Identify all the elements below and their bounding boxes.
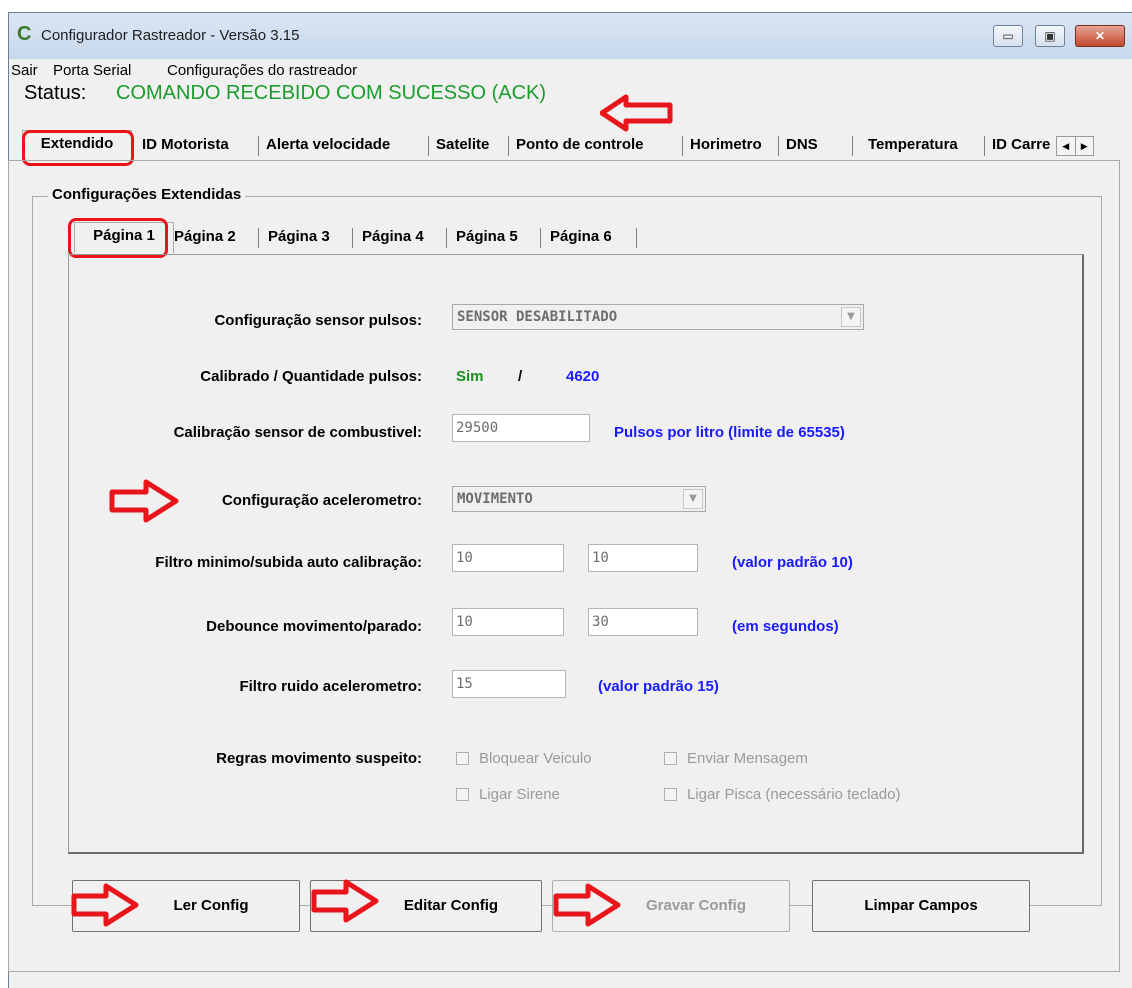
label-calibrado: Calibrado / Quantidade pulsos: [200, 368, 422, 385]
tab-separator [508, 136, 509, 156]
calibrado-status: Sim [456, 368, 484, 385]
annotation-arrow-right-icon [311, 879, 379, 923]
checkbox-enviar-mensagem[interactable]: Enviar Mensagem [664, 750, 808, 767]
tab-separator [258, 136, 259, 156]
label-filtro-ruido: Filtro ruido acelerometro: [239, 678, 422, 695]
status-label: Status: [24, 82, 87, 104]
tab-separator [984, 136, 985, 156]
chevron-down-icon[interactable]: ▼ [841, 307, 861, 327]
annotation-highlight-pagina-1 [68, 218, 168, 258]
label-sensor-pulsos: Configuração sensor pulsos: [214, 312, 422, 329]
checkbox-ligar-sirene[interactable]: Ligar Sirene [456, 786, 560, 803]
menu-item-porta-serial[interactable]: Porta Serial [53, 62, 131, 79]
select-acelerometro[interactable]: MOVIMENTO ▼ [452, 486, 706, 512]
label-calibracao: Calibração sensor de combustivel: [173, 424, 422, 441]
minimize-button[interactable]: ▭ [993, 25, 1023, 47]
input-filtro-ruido[interactable]: 15 [452, 670, 566, 698]
checkbox-bloquear-veiculo[interactable]: Bloquear Veiculo [456, 750, 592, 767]
label-acelerometro: Configuração acelerometro: [221, 492, 422, 509]
input-debounce-movimento[interactable]: 10 [452, 608, 564, 636]
tab-id-carregamento[interactable]: ID Carre [992, 132, 1054, 158]
checkbox-box [456, 788, 469, 801]
calibrado-separator: / [518, 368, 523, 385]
checkbox-box [456, 752, 469, 765]
tab-separator [258, 228, 259, 248]
tab-separator [778, 136, 779, 156]
input-filtro-minimo[interactable]: 10 [452, 544, 564, 572]
tab-scroll-control: ◀ ▶ [1056, 136, 1094, 156]
checkbox-ligar-pisca[interactable]: Ligar Pisca (necessário teclado) [664, 786, 900, 803]
annotation-arrow-right-icon [553, 883, 621, 927]
tab-dns[interactable]: DNS [786, 132, 818, 158]
tab-horimetro[interactable]: Horimetro [690, 132, 762, 158]
limpar-campos-button[interactable]: Limpar Campos [812, 880, 1030, 932]
window-title: Configurador Rastreador - Versão 3.15 [41, 27, 300, 44]
tab-alerta-velocidade[interactable]: Alerta velocidade [266, 132, 390, 158]
tab-separator [682, 136, 683, 156]
checkbox-box [664, 752, 677, 765]
tab-pagina-6[interactable]: Página 6 [550, 224, 612, 250]
input-filtro-subida[interactable]: 10 [588, 544, 698, 572]
tab-ponto-de-controle[interactable]: Ponto de controle [516, 132, 644, 158]
annotation-arrow-right-icon [71, 883, 139, 927]
select-value: MOVIMENTO [457, 491, 533, 507]
scroll-right-icon[interactable]: ▶ [1076, 137, 1094, 155]
tab-pagina-4[interactable]: Página 4 [362, 224, 424, 250]
note-filtro-minimo: (valor padrão 10) [732, 554, 853, 571]
group-title: Configurações Extendidas [48, 186, 246, 203]
tab-satelite[interactable]: Satelite [436, 132, 489, 158]
maximize-button[interactable]: ▣ [1035, 25, 1065, 47]
scroll-left-icon[interactable]: ◀ [1057, 137, 1076, 155]
menu-item-sair[interactable]: Sair [11, 62, 38, 79]
annotation-arrow-right-icon [109, 479, 179, 523]
title-bar: C Configurador Rastreador - Versão 3.15 … [9, 13, 1132, 59]
calibrado-count: 4620 [566, 368, 600, 385]
checkbox-box [664, 788, 677, 801]
app-logo-icon: C [17, 23, 32, 45]
label-filtro-minimo: Filtro minimo/subida auto calibração: [155, 554, 422, 571]
menu-item-configuracoes[interactable]: Configurações do rastreador [167, 62, 357, 79]
tab-separator [852, 136, 853, 156]
tab-pagina-2[interactable]: Página 2 [174, 224, 236, 250]
label-regras: Regras movimento suspeito: [216, 750, 422, 767]
input-calibracao[interactable]: 29500 [452, 414, 590, 442]
note-debounce: (em segundos) [732, 618, 839, 635]
tab-separator [446, 228, 447, 248]
select-value: SENSOR DESABILITADO [457, 309, 618, 325]
status-value: COMANDO RECEBIDO COM SUCESSO (ACK) [116, 82, 547, 104]
label-debounce: Debounce movimento/parado: [206, 618, 422, 635]
tab-separator [540, 228, 541, 248]
tab-temperatura[interactable]: Temperatura [868, 132, 958, 158]
note-calibracao: Pulsos por litro (limite de 65535) [614, 424, 845, 441]
select-sensor-pulsos[interactable]: SENSOR DESABILITADO ▼ [452, 304, 864, 330]
close-button[interactable]: ✕ [1075, 25, 1125, 47]
chevron-down-icon[interactable]: ▼ [683, 489, 703, 509]
tab-id-motorista[interactable]: ID Motorista [142, 132, 229, 158]
tab-separator [636, 228, 637, 248]
tab-separator [352, 228, 353, 248]
tab-pagina-3[interactable]: Página 3 [268, 224, 330, 250]
annotation-arrow-left-icon [600, 94, 673, 132]
menu-bar: Sair Porta Serial Configurações do rastr… [9, 59, 1132, 83]
note-filtro-ruido: (valor padrão 15) [598, 678, 719, 695]
input-debounce-parado[interactable]: 30 [588, 608, 698, 636]
tab-separator [428, 136, 429, 156]
tab-pagina-5[interactable]: Página 5 [456, 224, 518, 250]
